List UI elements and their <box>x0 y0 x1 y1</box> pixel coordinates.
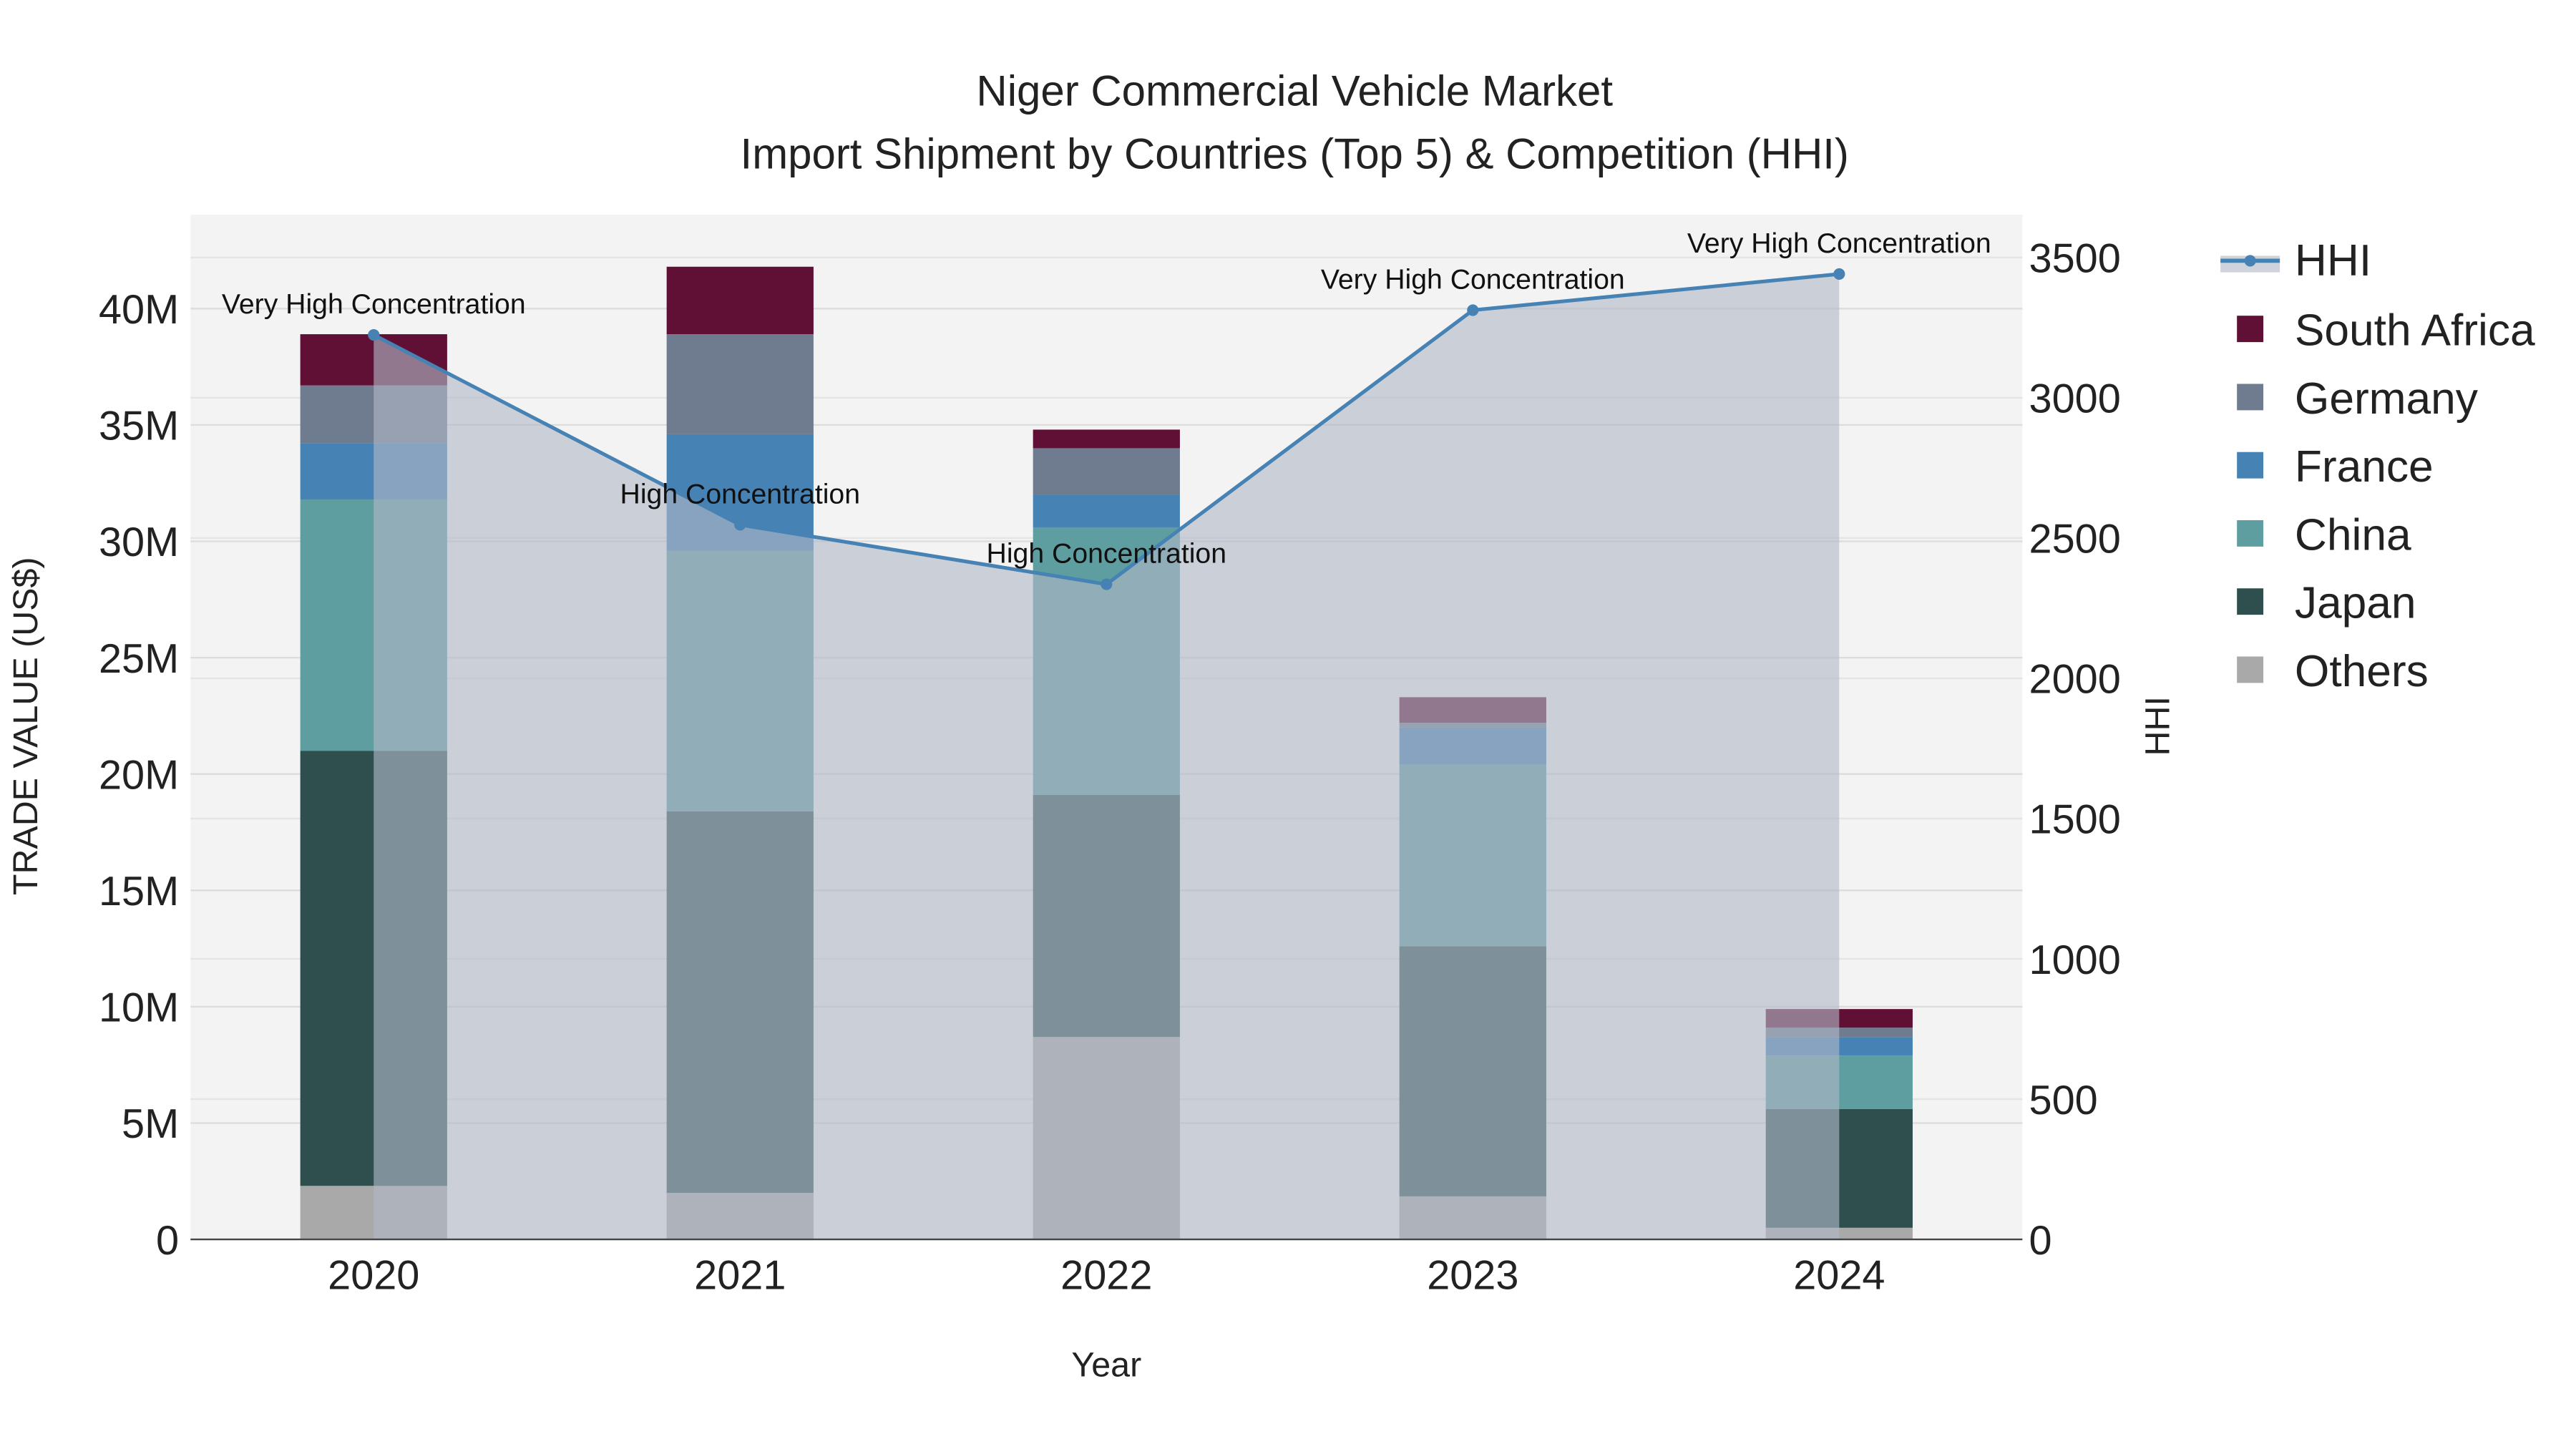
y2-tick-label: 1500 <box>2029 797 2121 843</box>
y-tick-label: 25M <box>99 636 179 682</box>
hhi-point <box>734 519 746 531</box>
y2-tick-label: 2000 <box>2029 657 2121 703</box>
y2-tick-label: 3000 <box>2029 376 2121 422</box>
chart: Very High Concentration High Concentratio… <box>6 67 2535 1385</box>
y-tick-label: 35M <box>99 404 179 449</box>
x-axis-label: Year <box>1071 1346 1141 1385</box>
legend-label: HHI <box>2295 236 2371 286</box>
y2-tick-label: 0 <box>2029 1218 2052 1264</box>
y2-tick-label: 500 <box>2029 1078 2098 1123</box>
y-tick-label: 20M <box>99 752 179 798</box>
hhi-point <box>1467 304 1479 316</box>
y-axis-label: TRADE VALUE (US$) <box>6 557 45 895</box>
legend-label: South Africa <box>2295 306 2535 356</box>
x-tick-label: 2022 <box>1060 1252 1152 1298</box>
legend-swatch-china <box>2237 519 2264 547</box>
chart-subtitle: Import Shipment by Countries (Top 5) & C… <box>741 130 1849 177</box>
legend: HHI South Africa Germany France China Japan Ot… <box>2220 236 2535 696</box>
legend-swatch-germany <box>2237 384 2264 411</box>
hhi-point <box>368 328 380 341</box>
legend-label: Germany <box>2295 374 2479 424</box>
legend-label: France <box>2295 442 2434 492</box>
hhi-annotation: High Concentration <box>620 479 860 509</box>
legend-swatch-france <box>2237 452 2264 479</box>
hhi-point <box>1101 578 1113 590</box>
y2-tick-label: 3500 <box>2029 236 2121 282</box>
y-tick-label: 10M <box>99 985 179 1031</box>
x-tick-label: 2020 <box>328 1252 419 1298</box>
y-tick-label: 5M <box>122 1101 179 1147</box>
y-tick-label: 30M <box>99 519 179 565</box>
hhi-annotation: High Concentration <box>987 539 1226 570</box>
y2-axis-label: HHI <box>2139 696 2177 756</box>
chart-title: Niger Commercial Vehicle Market <box>976 67 1613 115</box>
hhi-point <box>1833 268 1845 280</box>
bar-south-africa <box>1033 429 1180 449</box>
y-tick-label: 15M <box>99 869 179 914</box>
y2-tick-label: 1000 <box>2029 937 2121 983</box>
legend-label: China <box>2295 510 2411 560</box>
y-tick-label: 40M <box>99 287 179 333</box>
y-tick-label: 0 <box>156 1218 179 1264</box>
x-tick-label: 2024 <box>1793 1252 1885 1298</box>
bar-germany <box>1033 448 1180 495</box>
x-tick-label: 2023 <box>1427 1252 1518 1298</box>
legend-label: Others <box>2295 647 2429 696</box>
legend-label: Japan <box>2295 579 2416 628</box>
hhi-annotation: Very High Concentration <box>1321 265 1625 296</box>
legend-swatch-japan <box>2237 588 2264 615</box>
legend-swatch-hhi-point <box>2244 255 2256 267</box>
bar-france <box>1033 494 1180 527</box>
legend-swatch-south-africa <box>2237 316 2264 343</box>
legend-swatch-others <box>2237 656 2264 683</box>
bar-south-africa <box>666 266 814 335</box>
hhi-annotation: Very High Concentration <box>222 289 526 320</box>
hhi-annotation: Very High Concentration <box>1687 228 1991 259</box>
x-tick-label: 2021 <box>694 1252 786 1298</box>
y2-tick-label: 2500 <box>2029 517 2121 562</box>
bar-germany <box>666 334 814 434</box>
